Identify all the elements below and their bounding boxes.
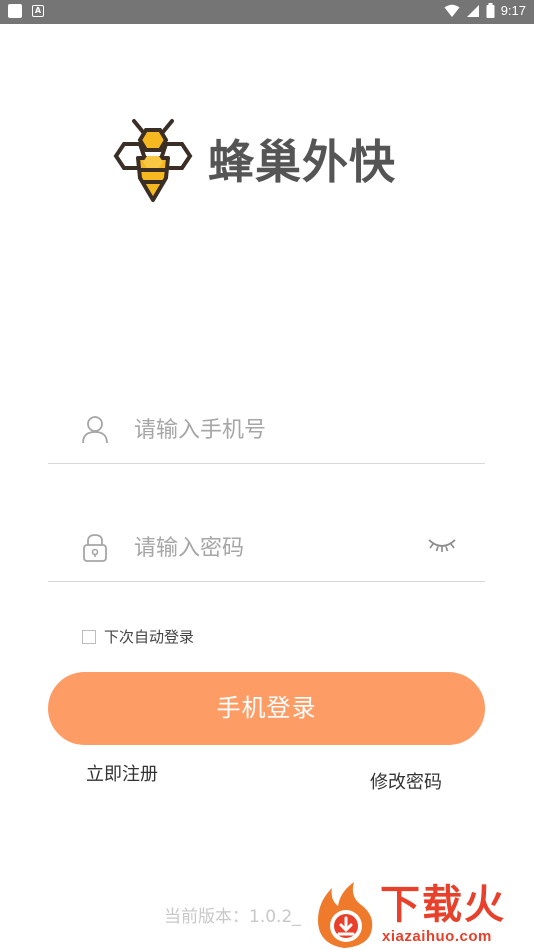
- eye-closed-icon[interactable]: [427, 534, 457, 556]
- app-a-icon: A: [32, 5, 44, 17]
- app-logo: 蜂巢外快: [110, 118, 430, 206]
- user-icon: [82, 416, 108, 444]
- watermark-text: 下载火: [380, 882, 506, 928]
- signal-icon: [466, 4, 479, 17]
- password-field: [48, 522, 485, 582]
- version-text: 当前版本：1.0.2_: [164, 907, 301, 927]
- wifi-icon: [444, 4, 460, 17]
- status-left-icons: A: [8, 4, 44, 18]
- app-title: 蜂巢外快: [208, 135, 396, 189]
- change-password-link[interactable]: 修改密码: [370, 768, 442, 794]
- password-input[interactable]: [134, 528, 434, 568]
- bee-icon: [113, 119, 193, 202]
- flame-logo-icon: [318, 882, 373, 948]
- register-link[interactable]: 立即注册: [86, 760, 158, 786]
- status-bar: A 9:17: [0, 0, 534, 24]
- auto-login-checkbox[interactable]: [82, 629, 96, 644]
- login-button[interactable]: 手机登录: [48, 672, 485, 745]
- watermark: 下载火 xiazaihuo.com: [314, 880, 534, 950]
- status-right-icons: 9:17: [444, 3, 526, 18]
- watermark-url: xiazaihuo.com: [382, 928, 492, 945]
- phone-input[interactable]: [134, 410, 434, 450]
- auto-login-label: 下次自动登录: [104, 628, 195, 646]
- lock-icon: [83, 534, 107, 562]
- battery-icon: [486, 3, 495, 18]
- phone-field: [48, 404, 485, 464]
- auto-login-option[interactable]: 下次自动登录: [82, 626, 194, 647]
- status-time: 9:17: [500, 3, 526, 18]
- notification-square-icon: [8, 4, 22, 18]
